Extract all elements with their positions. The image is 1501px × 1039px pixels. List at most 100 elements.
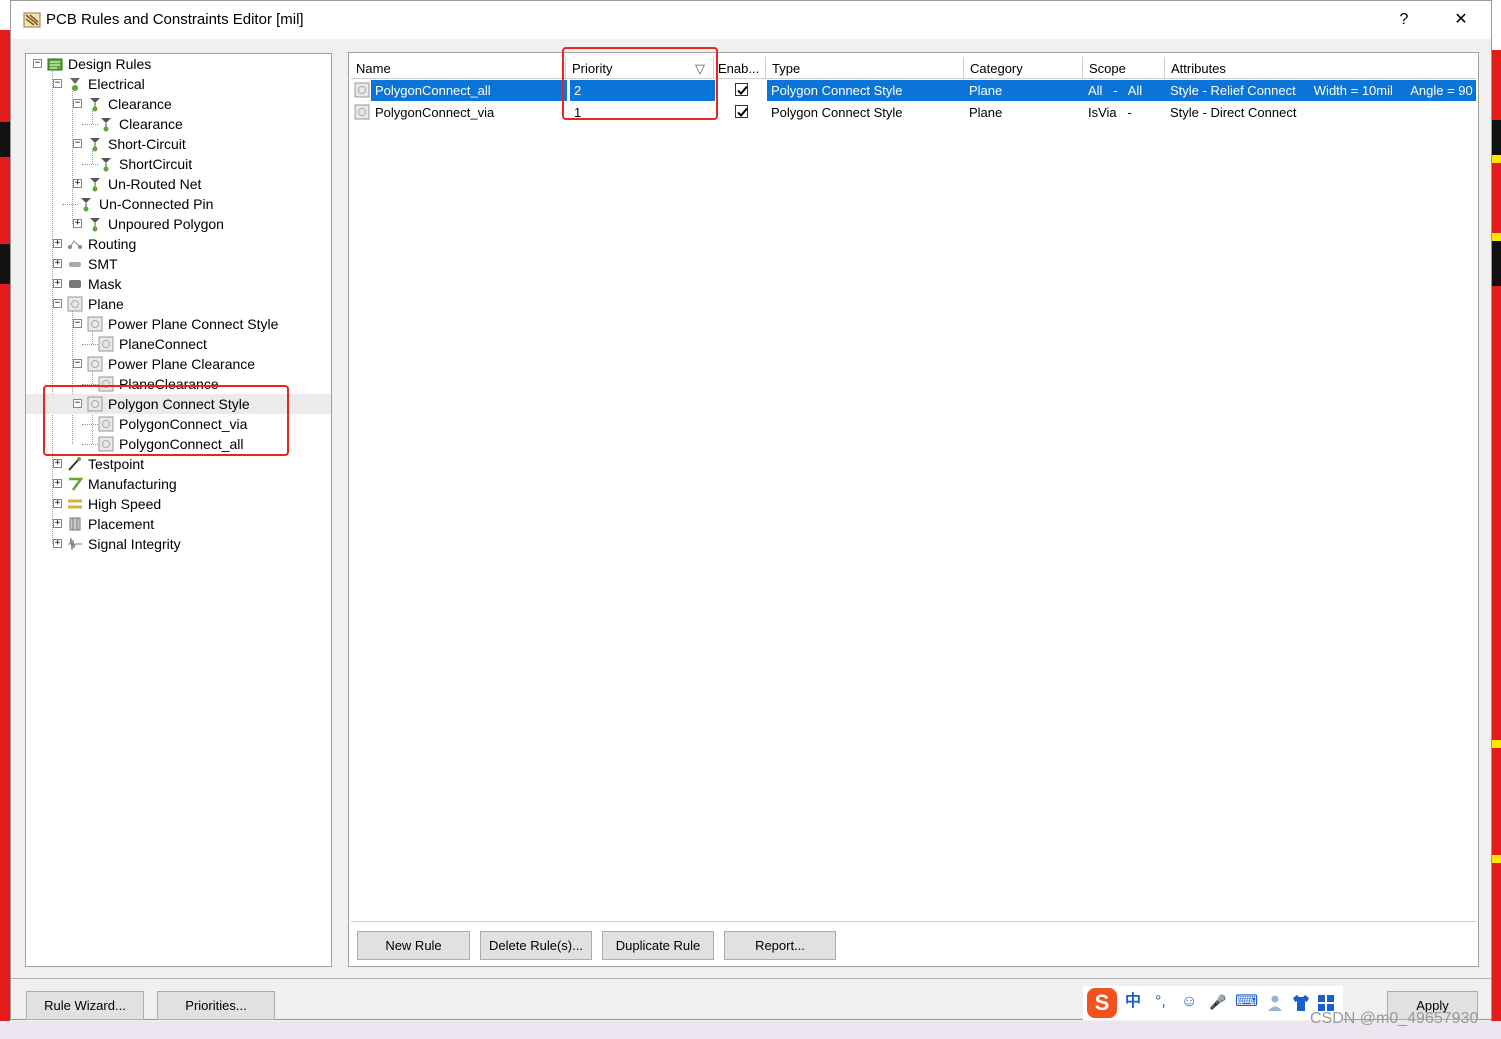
column-header-priority[interactable]: Priority ▽ xyxy=(567,57,714,79)
tree-item[interactable]: − Short-Circuit xyxy=(26,134,331,154)
grid-button-strip: New Rule Delete Rule(s)... Duplicate Rul… xyxy=(351,921,1476,964)
tree-guide-line xyxy=(82,444,98,445)
tree-item[interactable]: ShortCircuit xyxy=(26,154,331,174)
tree-item[interactable]: + Un-Routed Net xyxy=(26,174,331,194)
ime-skin-icon[interactable] xyxy=(1291,994,1311,1012)
rule-icon xyxy=(81,198,91,212)
expand-icon[interactable]: + xyxy=(73,179,82,188)
expand-icon[interactable]: + xyxy=(53,259,62,268)
ime-logo-icon[interactable]: S xyxy=(1087,988,1117,1018)
column-header-name[interactable]: Name xyxy=(351,57,566,79)
ime-emoji-icon[interactable]: ☺ xyxy=(1181,992,1197,1012)
tree-item[interactable]: + SMT xyxy=(26,254,331,274)
collapse-icon[interactable]: − xyxy=(53,299,62,308)
tree-guide-line xyxy=(82,384,98,385)
expand-icon[interactable]: + xyxy=(53,279,62,288)
routing-icon xyxy=(68,240,82,249)
rule-icon xyxy=(90,138,100,152)
tree-item[interactable]: − Plane xyxy=(26,294,331,314)
ime-toolbar: S 中 °, ☺ 🎤 ⌨ xyxy=(1083,986,1343,1020)
tree-item[interactable]: Un-Connected Pin xyxy=(26,194,331,214)
tree-item[interactable]: PlaneConnect xyxy=(26,334,331,354)
table-row[interactable]: PolygonConnect_all 2 Polygon Connect Sty… xyxy=(351,80,1476,101)
tree-item[interactable]: + Signal Integrity xyxy=(26,534,331,554)
tree-item[interactable]: − Electrical xyxy=(26,74,331,94)
ime-punctuation-icon[interactable]: °, xyxy=(1155,992,1166,1012)
priorities-button[interactable]: Priorities... xyxy=(157,991,275,1020)
enabled-checkbox[interactable] xyxy=(735,105,748,118)
tree-item[interactable]: − Polygon Connect Style xyxy=(26,394,331,414)
report-button[interactable]: Report... xyxy=(724,931,836,960)
tree-guide-line xyxy=(82,424,98,425)
column-header-type[interactable]: Type xyxy=(767,57,964,79)
ime-language-toggle[interactable]: 中 xyxy=(1125,992,1141,1012)
rules-editor-dialog: PCB Rules and Constraints Editor [mil] ?… xyxy=(10,0,1492,1020)
help-button[interactable]: ? xyxy=(1384,7,1424,33)
collapse-icon[interactable]: − xyxy=(33,59,42,68)
column-header-enabled[interactable]: Enab... xyxy=(715,57,766,79)
pcb-app-icon xyxy=(23,12,41,28)
ime-user-icon[interactable] xyxy=(1267,994,1287,1012)
taskbar-strip xyxy=(0,1021,1501,1039)
tree-item[interactable]: Clearance xyxy=(26,114,331,134)
tree-item[interactable]: + Routing xyxy=(26,234,331,254)
expand-icon[interactable]: + xyxy=(53,519,62,528)
tree-item[interactable]: + Manufacturing xyxy=(26,474,331,494)
collapse-icon[interactable]: − xyxy=(73,319,82,328)
tree-item[interactable]: PolygonConnect_all xyxy=(26,434,331,454)
expand-icon[interactable]: + xyxy=(53,499,62,508)
expand-icon[interactable]: + xyxy=(53,479,62,488)
collapse-icon[interactable]: − xyxy=(73,399,82,408)
expand-icon[interactable]: + xyxy=(53,239,62,248)
collapse-icon[interactable]: − xyxy=(73,359,82,368)
tree-guide-line xyxy=(82,164,98,165)
tree-item[interactable]: − Power Plane Connect Style xyxy=(26,314,331,334)
rule-wizard-button[interactable]: Rule Wizard... xyxy=(26,991,144,1020)
tree-item[interactable]: − Clearance xyxy=(26,94,331,114)
expand-icon[interactable]: + xyxy=(53,539,62,548)
table-row[interactable]: PolygonConnect_via 1 Polygon Connect Sty… xyxy=(351,102,1476,123)
plane-icon xyxy=(67,296,83,312)
tree-item[interactable]: + Placement xyxy=(26,514,331,534)
collapse-icon[interactable]: − xyxy=(53,79,62,88)
tree-item[interactable]: − Design Rules xyxy=(26,54,331,74)
expand-icon[interactable]: + xyxy=(53,459,62,468)
tree-item[interactable]: PlaneClearance xyxy=(26,374,331,394)
column-header-category[interactable]: Category xyxy=(965,57,1083,79)
new-rule-button[interactable]: New Rule xyxy=(357,931,470,960)
rule-icon xyxy=(101,158,111,172)
tree-item[interactable]: + Testpoint xyxy=(26,454,331,474)
enabled-checkbox[interactable] xyxy=(735,83,748,96)
collapse-icon[interactable]: − xyxy=(73,139,82,148)
plane-icon xyxy=(87,316,103,332)
ime-keyboard-icon[interactable]: ⌨ xyxy=(1235,992,1258,1012)
collapse-icon[interactable]: − xyxy=(73,99,82,108)
tree-item[interactable]: − Power Plane Clearance xyxy=(26,354,331,374)
close-button[interactable]: ✕ xyxy=(1441,7,1481,33)
tree-item-label: Placement xyxy=(88,516,155,532)
signal-integrity-icon xyxy=(68,537,82,551)
plane-icon xyxy=(98,436,114,452)
column-header-attributes[interactable]: Attributes xyxy=(1166,57,1476,79)
delete-rules-button[interactable]: Delete Rule(s)... xyxy=(480,931,592,960)
tree-item-label: Short-Circuit xyxy=(108,136,186,152)
plane-icon xyxy=(98,376,114,392)
tree-guide-line xyxy=(62,204,78,205)
column-header-scope[interactable]: Scope xyxy=(1084,57,1165,79)
expand-icon[interactable]: + xyxy=(73,219,82,228)
ime-mic-icon[interactable]: 🎤 xyxy=(1209,992,1226,1012)
rule-icon xyxy=(90,178,100,192)
testpoint-icon xyxy=(68,457,81,471)
tree-item-label: SMT xyxy=(88,256,118,272)
cell-category: Plane xyxy=(965,80,1084,101)
checkmark-icon xyxy=(737,85,748,95)
tree-item[interactable]: + Unpoured Polygon xyxy=(26,214,331,234)
tree-item[interactable]: + Mask xyxy=(26,274,331,294)
cell-category: Plane xyxy=(969,105,1003,120)
duplicate-rule-button[interactable]: Duplicate Rule xyxy=(602,931,714,960)
cell-type: Polygon Connect Style xyxy=(767,80,965,101)
background-app-right-edge xyxy=(1491,0,1501,1039)
window-title: PCB Rules and Constraints Editor [mil] xyxy=(46,11,304,28)
tree-item[interactable]: PolygonConnect_via xyxy=(26,414,331,434)
tree-item[interactable]: + High Speed xyxy=(26,494,331,514)
